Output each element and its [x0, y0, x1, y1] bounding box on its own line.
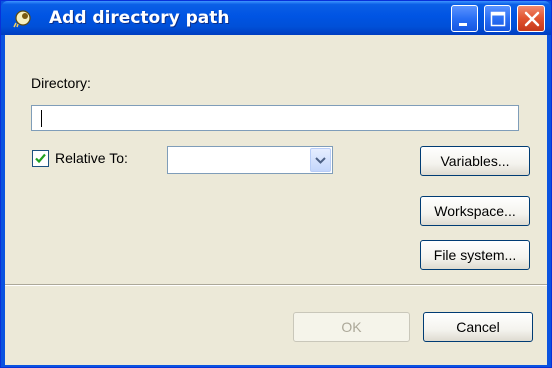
minimize-icon [459, 23, 467, 26]
directory-input[interactable] [31, 105, 519, 131]
chevron-down-icon [315, 157, 326, 164]
checkmark-icon [35, 153, 46, 164]
dropdown-button[interactable] [310, 148, 331, 172]
minimize-button[interactable] [451, 5, 478, 32]
directory-label: Directory: [31, 75, 91, 91]
eclipse-icon [13, 8, 33, 28]
dialog-body: Directory: Relative To: Variables... Wor… [5, 35, 547, 365]
cancel-button[interactable]: Cancel [423, 312, 533, 342]
maximize-icon [490, 11, 506, 27]
relative-to-checkbox[interactable] [32, 150, 49, 167]
separator-highlight [5, 285, 547, 286]
relative-to-select[interactable] [167, 146, 333, 174]
file-system-button[interactable]: File system... [420, 240, 530, 270]
relative-to-label: Relative To: [55, 150, 128, 166]
workspace-button[interactable]: Workspace... [420, 196, 530, 226]
title-bar[interactable]: Add directory path [1, 1, 551, 35]
dialog-window: Add directory path Directory: Relative T… [0, 0, 552, 368]
close-icon [524, 11, 540, 27]
close-button[interactable] [517, 5, 545, 32]
ok-button[interactable]: OK [293, 312, 410, 342]
maximize-button[interactable] [484, 5, 511, 32]
window-title: Add directory path [49, 8, 230, 28]
text-caret [41, 110, 42, 127]
variables-button[interactable]: Variables... [420, 146, 530, 176]
